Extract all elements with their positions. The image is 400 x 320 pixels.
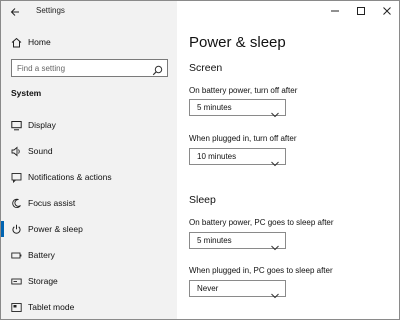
home-icon [11, 37, 22, 48]
sidebar-item-display[interactable]: Display [1, 114, 177, 136]
app-title: Settings [36, 6, 65, 15]
chevron-down-icon [271, 238, 279, 251]
screen-plugged-dropdown[interactable]: 10 minutes [189, 148, 286, 167]
page-title: Power & sleep [189, 34, 286, 51]
sidebar-item-sound[interactable]: Sound [1, 140, 177, 162]
maximize-button[interactable] [352, 3, 370, 19]
dropdown-value: 10 minutes [197, 152, 237, 161]
sidebar: Home System Display Sound Notifica [1, 1, 177, 319]
display-icon [11, 120, 22, 131]
settings-window: Home System Display Sound Notifica [0, 0, 400, 320]
sleep-plugged-label: When plugged in, PC goes to sleep after [189, 266, 333, 275]
chevron-down-icon [271, 154, 279, 167]
storage-icon [11, 276, 22, 287]
title-bar: Settings [1, 1, 399, 23]
sidebar-item-battery[interactable]: Battery [1, 244, 177, 266]
chevron-down-icon [271, 105, 279, 118]
sleep-heading: Sleep [189, 194, 216, 206]
main-content: Power & sleep Screen On battery power, t… [177, 1, 399, 319]
dropdown-value: 5 minutes [197, 236, 232, 245]
tablet-mode-icon [11, 302, 22, 313]
sidebar-item-power-sleep[interactable]: Power & sleep [1, 218, 177, 240]
sidebar-item-tablet-mode[interactable]: Tablet mode [1, 296, 177, 318]
minimize-button[interactable] [326, 3, 344, 19]
screen-heading: Screen [189, 62, 223, 74]
search-input[interactable] [17, 63, 147, 74]
minimize-icon [331, 10, 339, 12]
screen-battery-label: On battery power, turn off after [189, 86, 298, 95]
sidebar-item-label: Notifications & actions [28, 172, 112, 182]
close-button[interactable] [378, 3, 396, 19]
screen-battery-dropdown[interactable]: 5 minutes [189, 99, 286, 118]
sidebar-item-notifications[interactable]: Notifications & actions [1, 166, 177, 188]
sidebar-item-label: Sound [28, 146, 53, 156]
battery-icon [11, 250, 22, 261]
power-icon [11, 224, 22, 235]
dropdown-value: Never [197, 284, 219, 293]
back-button[interactable] [7, 4, 23, 20]
sidebar-item-label: Storage [28, 276, 58, 286]
notifications-icon [11, 172, 22, 183]
section-label-system: System [11, 88, 42, 98]
sidebar-item-focus-assist[interactable]: Focus assist [1, 192, 177, 214]
chevron-down-icon [271, 286, 279, 299]
sleep-battery-dropdown[interactable]: 5 minutes [189, 232, 286, 251]
home-label: Home [28, 37, 51, 47]
search-box[interactable] [11, 59, 168, 77]
sleep-plugged-dropdown[interactable]: Never [189, 280, 286, 299]
sound-icon [11, 146, 22, 157]
dropdown-value: 5 minutes [197, 103, 232, 112]
sidebar-item-storage[interactable]: Storage [1, 270, 177, 292]
sidebar-item-label: Display [28, 120, 56, 130]
search-icon[interactable] [152, 63, 163, 76]
sidebar-item-label: Focus assist [28, 198, 76, 208]
sleep-battery-label: On battery power, PC goes to sleep after [189, 218, 334, 227]
sidebar-item-home[interactable]: Home [1, 31, 177, 53]
sidebar-item-label: Power & sleep [28, 224, 83, 234]
focus-assist-icon [11, 198, 22, 209]
screen-plugged-label: When plugged in, turn off after [189, 134, 297, 143]
maximize-icon [357, 7, 365, 15]
back-arrow-icon [10, 8, 19, 16]
close-icon [383, 7, 391, 15]
sidebar-item-label: Tablet mode [28, 302, 75, 312]
sidebar-item-label: Battery [28, 250, 55, 260]
